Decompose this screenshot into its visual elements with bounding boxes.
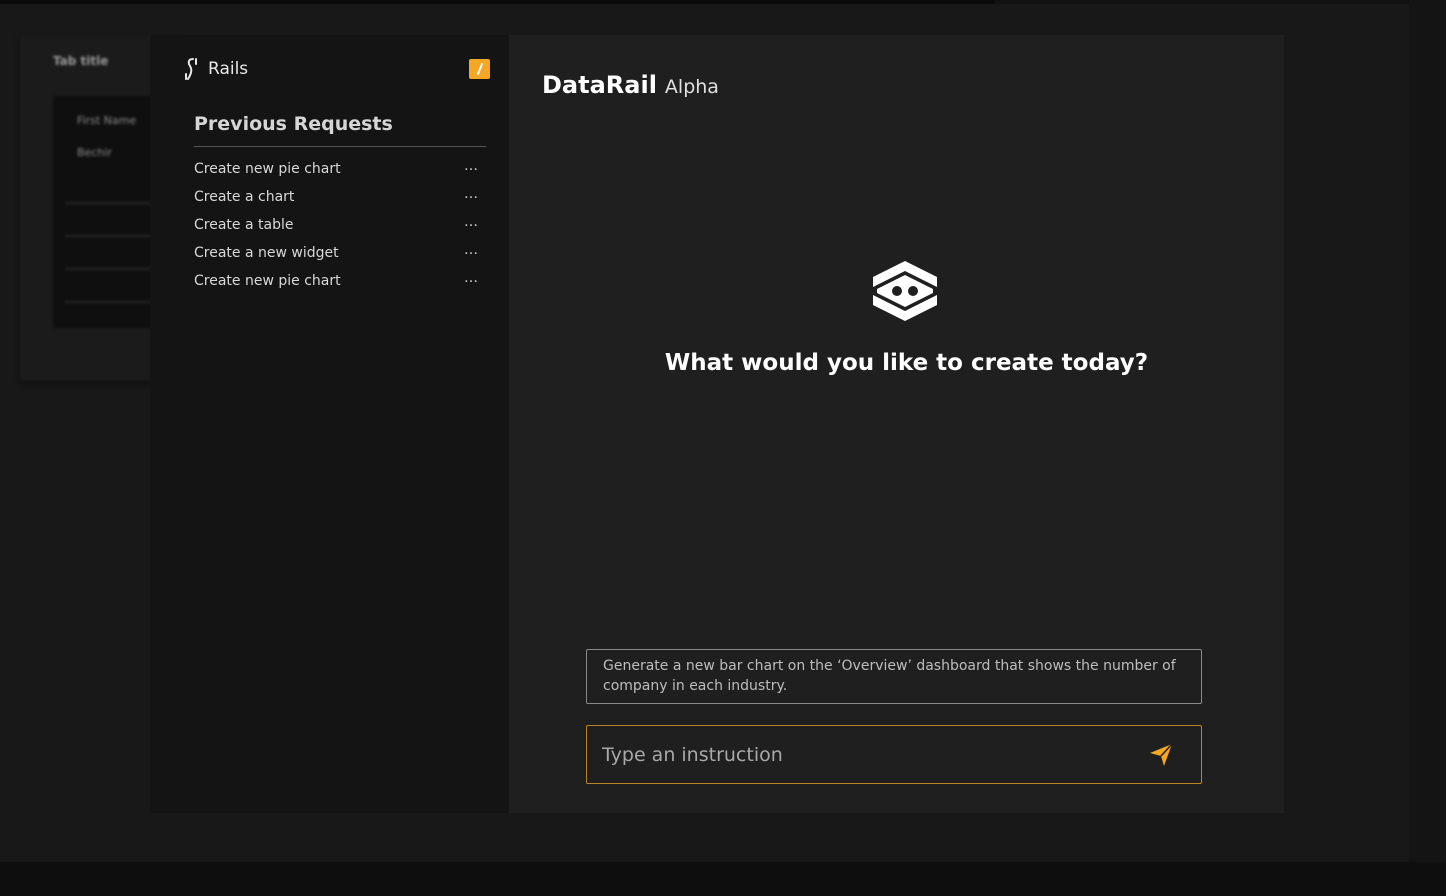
background-table-cell: Bechir [77, 146, 112, 159]
previous-requests-list: Create new pie chart … Create a chart … … [194, 155, 479, 295]
request-item-label: Create a chart [194, 189, 295, 205]
brand-name: Rails [208, 59, 249, 79]
app-title-row: DataRail Alpha [542, 71, 719, 99]
background-table-header: First Name [77, 114, 137, 127]
send-button[interactable] [1146, 740, 1176, 770]
request-more-button[interactable]: … [464, 186, 479, 202]
requests-sidebar: Rails Previous Requests Create new pie c… [150, 35, 509, 813]
request-item[interactable]: Create a chart … [194, 183, 479, 211]
background-right-edge [1409, 0, 1446, 862]
request-item[interactable]: Create new pie chart … [194, 155, 479, 183]
rails-logo-icon [185, 58, 197, 80]
welcome-headline: What would you like to create today? [664, 350, 1149, 376]
request-more-button[interactable]: … [464, 214, 479, 230]
assistant-modal: Rails Previous Requests Create new pie c… [150, 35, 1284, 813]
request-item-label: Create a new widget [194, 245, 339, 261]
paper-plane-icon [1150, 742, 1173, 766]
app-stage-tag: Alpha [664, 76, 719, 98]
instruction-input-box [586, 725, 1202, 784]
brand: Rails [184, 58, 248, 80]
bot-face-icon [873, 261, 937, 321]
request-item-label: Create new pie chart [194, 273, 341, 289]
chat-panel: DataRail Alpha What would you like to cr… [509, 35, 1284, 813]
pencil-icon [476, 63, 483, 75]
request-more-button[interactable]: … [464, 242, 479, 258]
previous-requests-title: Previous Requests [194, 113, 393, 135]
section-divider [194, 146, 486, 147]
request-more-button[interactable]: … [464, 270, 479, 286]
background-bottom-strip [0, 862, 1446, 896]
app-title: DataRail [542, 71, 657, 99]
request-item-label: Create a table [194, 217, 294, 233]
request-item[interactable]: Create a table … [194, 211, 479, 239]
background-tab-title: Tab title [53, 54, 109, 68]
request-item-label: Create new pie chart [194, 161, 341, 177]
instruction-input[interactable] [602, 743, 1146, 766]
suggested-prompt[interactable]: Generate a new bar chart on the ‘Overvie… [586, 649, 1202, 704]
request-item[interactable]: Create a new widget … [194, 239, 479, 267]
request-item[interactable]: Create new pie chart … [194, 267, 479, 295]
request-more-button[interactable]: … [464, 158, 479, 174]
new-request-button[interactable] [469, 59, 490, 79]
